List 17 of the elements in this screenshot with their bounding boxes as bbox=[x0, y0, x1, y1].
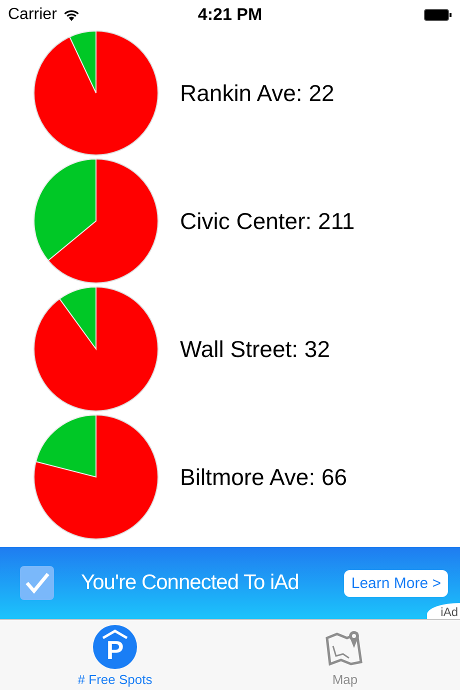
learn-more-button[interactable]: Learn More > bbox=[344, 570, 448, 596]
ad-banner[interactable]: You're Connected To iAd Learn More > iAd bbox=[0, 547, 460, 619]
ad-headline: You're Connected To iAd bbox=[81, 571, 299, 595]
lot-label: Wall Street: 32 bbox=[180, 336, 330, 362]
tab[interactable]: P # Free Spots bbox=[0, 620, 230, 690]
lot-label: Rankin Ave: 22 bbox=[180, 80, 334, 106]
parking-icon: P bbox=[93, 625, 137, 669]
clock-time: 4:21 PM bbox=[198, 4, 262, 24]
tab[interactable]: Map bbox=[230, 620, 460, 690]
map-icon bbox=[325, 628, 365, 666]
wifi-icon bbox=[62, 8, 80, 20]
checkmark-icon bbox=[20, 566, 54, 600]
battery-icon bbox=[424, 8, 452, 20]
lot-label: Biltmore Ave: 66 bbox=[180, 464, 348, 490]
lot-label: Civic Center: 211 bbox=[180, 208, 355, 234]
ad-brand-label: iAd bbox=[426, 603, 460, 619]
carrier-label: Carrier bbox=[8, 6, 57, 24]
